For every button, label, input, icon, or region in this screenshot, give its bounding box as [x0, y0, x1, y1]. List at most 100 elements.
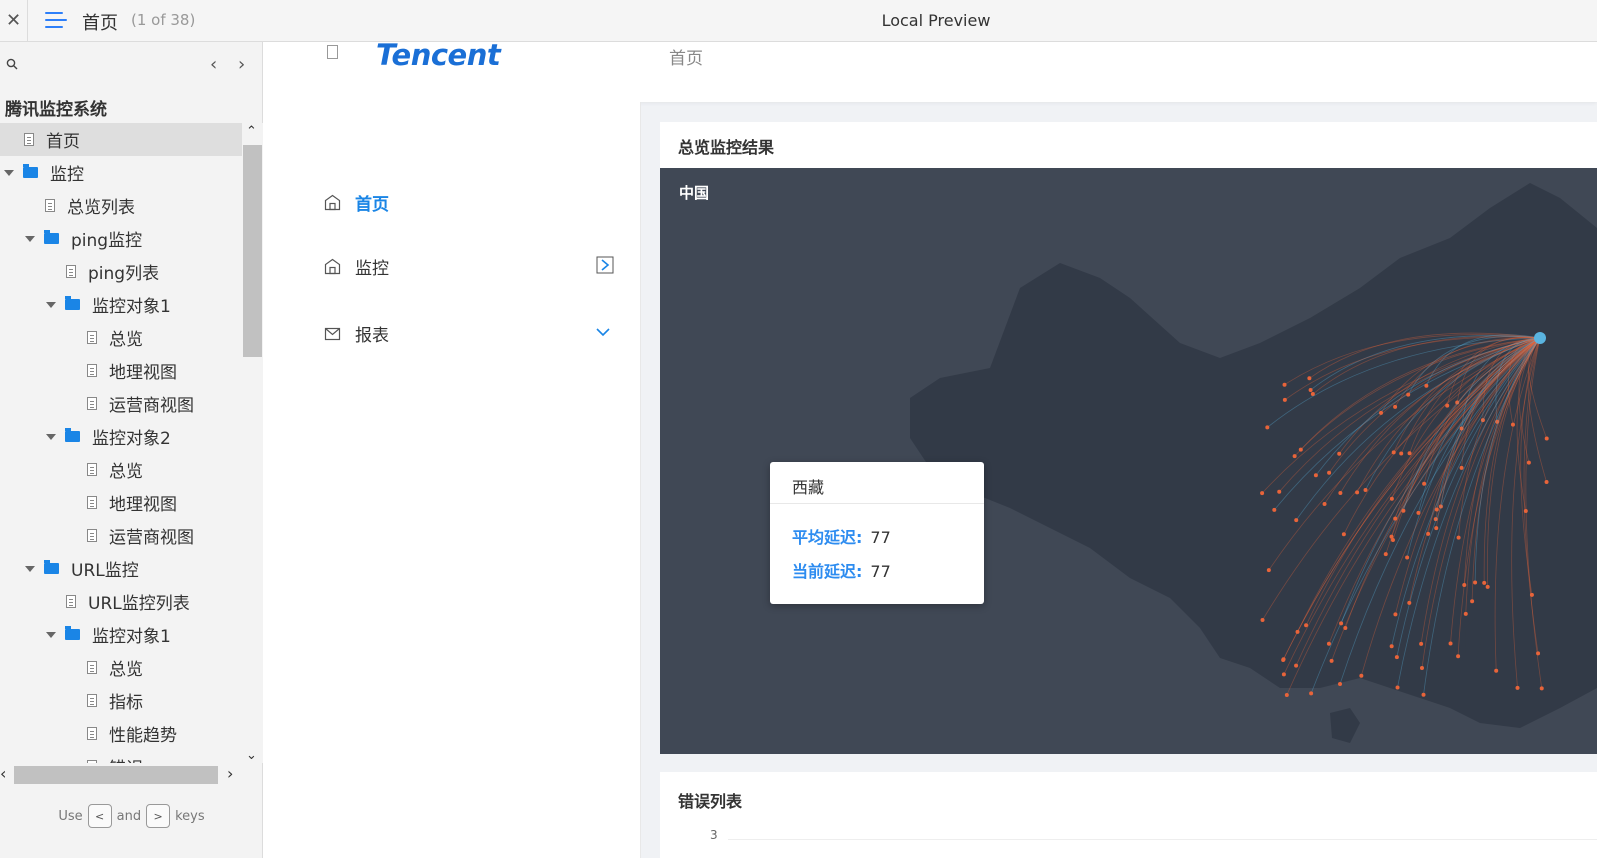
- city-point[interactable]: [1448, 641, 1453, 646]
- city-point[interactable]: [1326, 641, 1331, 646]
- tree-item[interactable]: URL监控列表: [0, 585, 242, 618]
- city-point[interactable]: [1341, 532, 1346, 537]
- city-point[interactable]: [1407, 451, 1412, 456]
- city-point[interactable]: [1515, 685, 1520, 690]
- city-point[interactable]: [1383, 552, 1388, 557]
- city-point[interactable]: [1284, 692, 1289, 697]
- city-point[interactable]: [1294, 518, 1299, 523]
- city-point[interactable]: [1393, 612, 1398, 617]
- expand-caret-icon[interactable]: [46, 433, 56, 440]
- menu-item-home[interactable]: 首页: [324, 187, 614, 217]
- city-point[interactable]: [1536, 651, 1541, 656]
- vertical-scrollbar[interactable]: ⌃ ⌄: [242, 123, 263, 763]
- tree-item[interactable]: 运营商视图: [0, 387, 242, 420]
- city-point[interactable]: [1399, 451, 1404, 456]
- search-icon[interactable]: [6, 58, 18, 70]
- city-point[interactable]: [1526, 460, 1531, 465]
- tree-item[interactable]: 总览: [0, 651, 242, 684]
- menu-item-monitor[interactable]: 监控: [324, 251, 614, 281]
- city-point[interactable]: [1539, 686, 1544, 691]
- city-point[interactable]: [1339, 621, 1344, 626]
- city-point[interactable]: [1456, 654, 1461, 659]
- expand-caret-icon[interactable]: [46, 301, 56, 308]
- city-point[interactable]: [1337, 451, 1342, 456]
- city-point[interactable]: [1393, 404, 1398, 409]
- menu-item-reports[interactable]: 报表: [324, 318, 614, 348]
- previous-page-button[interactable]: ‹: [210, 54, 217, 75]
- city-point[interactable]: [1394, 655, 1399, 660]
- city-point[interactable]: [1363, 488, 1368, 493]
- tree-item[interactable]: 指标: [0, 684, 242, 717]
- city-point[interactable]: [1281, 672, 1286, 677]
- map-canvas[interactable]: [660, 168, 1597, 754]
- city-point[interactable]: [1419, 641, 1424, 646]
- tree-item[interactable]: 监控对象1: [0, 288, 242, 321]
- tree-item[interactable]: 首页: [0, 123, 242, 156]
- city-point[interactable]: [1544, 436, 1549, 441]
- city-point[interactable]: [1494, 668, 1499, 673]
- expand-caret-icon[interactable]: [25, 235, 35, 242]
- tree-item[interactable]: 错误: [0, 750, 242, 763]
- city-point[interactable]: [1421, 692, 1426, 697]
- tree-item[interactable]: 总览列表: [0, 189, 242, 222]
- tree-item[interactable]: ping列表: [0, 255, 242, 288]
- city-point[interactable]: [1313, 473, 1318, 478]
- city-point[interactable]: [1529, 592, 1534, 597]
- city-point[interactable]: [1272, 507, 1277, 512]
- city-point[interactable]: [1292, 454, 1297, 459]
- city-point[interactable]: [1405, 555, 1410, 560]
- tree-item[interactable]: 地理视图: [0, 354, 242, 387]
- city-point[interactable]: [1395, 685, 1400, 690]
- city-point[interactable]: [1266, 568, 1271, 573]
- city-point[interactable]: [1393, 516, 1398, 521]
- expand-caret-icon[interactable]: [25, 565, 35, 572]
- city-point[interactable]: [1456, 535, 1461, 540]
- city-point[interactable]: [1260, 491, 1265, 496]
- next-page-button[interactable]: ›: [238, 54, 245, 75]
- expand-arrow-icon[interactable]: [596, 256, 614, 274]
- city-point[interactable]: [1322, 501, 1327, 506]
- expand-caret-icon[interactable]: [4, 169, 14, 176]
- city-point[interactable]: [1308, 387, 1313, 392]
- city-point[interactable]: [1389, 644, 1394, 649]
- chevron-down-icon[interactable]: [596, 327, 610, 337]
- hub-point[interactable]: [1534, 332, 1546, 344]
- city-point[interactable]: [1282, 382, 1287, 387]
- horizontal-scrollbar[interactable]: ‹ ›: [0, 764, 242, 786]
- city-point[interactable]: [1459, 465, 1464, 470]
- city-point[interactable]: [1260, 618, 1265, 623]
- city-point[interactable]: [1265, 425, 1270, 430]
- tree-item[interactable]: ping监控: [0, 222, 242, 255]
- tree-item[interactable]: 性能趋势: [0, 717, 242, 750]
- tree-item[interactable]: URL监控: [0, 552, 242, 585]
- city-point[interactable]: [1327, 470, 1332, 475]
- city-point[interactable]: [1473, 580, 1478, 585]
- tree-item[interactable]: 监控对象2: [0, 420, 242, 453]
- city-point[interactable]: [1338, 491, 1343, 496]
- city-point[interactable]: [1482, 580, 1487, 585]
- city-point[interactable]: [1416, 510, 1421, 515]
- tree-item[interactable]: 监控对象1: [0, 618, 242, 651]
- city-point[interactable]: [1389, 534, 1394, 539]
- city-point[interactable]: [1329, 658, 1334, 663]
- tree-item[interactable]: 监控: [0, 156, 242, 189]
- city-point[interactable]: [1309, 691, 1314, 696]
- city-point[interactable]: [1434, 526, 1439, 531]
- tree-item[interactable]: 地理视图: [0, 486, 242, 519]
- scroll-down-icon[interactable]: ⌄: [246, 748, 257, 763]
- city-point[interactable]: [1307, 376, 1312, 381]
- city-point[interactable]: [1485, 584, 1490, 589]
- city-point[interactable]: [1298, 447, 1303, 452]
- city-point[interactable]: [1422, 481, 1427, 486]
- city-point[interactable]: [1294, 663, 1299, 668]
- sidebar-search[interactable]: ‹ ›: [0, 50, 263, 78]
- tencent-logo[interactable]: Tencent: [376, 42, 501, 72]
- city-point[interactable]: [1419, 665, 1424, 670]
- china-map[interactable]: 中国 西藏 平均延迟: 77 当前延迟: 77: [660, 168, 1597, 754]
- scroll-left-icon[interactable]: ‹: [0, 764, 6, 783]
- scroll-up-icon[interactable]: ⌃: [246, 124, 257, 139]
- city-point[interactable]: [1463, 611, 1468, 616]
- city-point[interactable]: [1282, 397, 1287, 402]
- city-point[interactable]: [1407, 600, 1412, 605]
- city-point[interactable]: [1338, 682, 1343, 687]
